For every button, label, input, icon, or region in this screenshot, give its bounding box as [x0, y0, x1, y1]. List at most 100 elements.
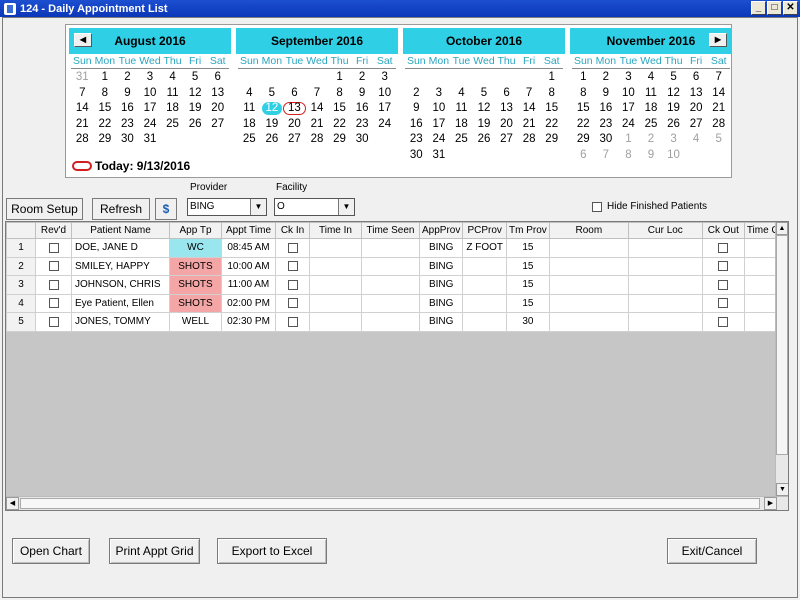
- day-cell[interactable]: 6: [572, 148, 595, 164]
- vertical-scrollbar[interactable]: ▲ ▼: [775, 222, 788, 496]
- day-cell[interactable]: 27: [283, 132, 306, 148]
- day-cell[interactable]: 16: [405, 117, 428, 133]
- day-cell[interactable]: 3: [428, 86, 451, 102]
- column-header[interactable]: [6, 222, 36, 239]
- day-cell[interactable]: 18: [238, 117, 261, 133]
- day-cell[interactable]: 29: [540, 132, 563, 148]
- day-cell[interactable]: 5: [261, 86, 284, 102]
- scroll-up-icon[interactable]: ▲: [776, 222, 788, 235]
- day-cell[interactable]: 6: [685, 70, 708, 86]
- day-cell[interactable]: 23: [405, 132, 428, 148]
- day-cell[interactable]: 20: [495, 117, 518, 133]
- column-header[interactable]: Cur Loc: [627, 222, 703, 239]
- chevron-down-icon[interactable]: ▼: [250, 199, 266, 215]
- day-cell[interactable]: 25: [238, 132, 261, 148]
- day-cell[interactable]: 4: [685, 132, 708, 148]
- exit-cancel-button[interactable]: Exit/Cancel: [667, 538, 757, 564]
- refresh-button[interactable]: Refresh: [92, 198, 150, 220]
- table-row[interactable]: 5 JONES, TOMMY WELL 02:30 PM BING 30: [6, 312, 783, 332]
- day-cell[interactable]: 8: [617, 148, 640, 164]
- day-cell[interactable]: 14: [518, 101, 541, 117]
- day-cell[interactable]: 9: [351, 86, 374, 102]
- day-cell[interactable]: 13: [685, 86, 708, 102]
- day-cell[interactable]: 4: [450, 86, 473, 102]
- day-cell[interactable]: 10: [373, 86, 396, 102]
- day-cell[interactable]: 28: [707, 117, 730, 133]
- day-cell[interactable]: 28: [71, 132, 94, 148]
- day-cell[interactable]: 22: [540, 117, 563, 133]
- day-cell[interactable]: 13: [495, 101, 518, 117]
- checkbox[interactable]: [718, 279, 729, 290]
- day-cell[interactable]: 25: [450, 132, 473, 148]
- day-cell[interactable]: 24: [373, 117, 396, 133]
- day-cell[interactable]: 3: [139, 70, 162, 86]
- scroll-thumb[interactable]: [20, 498, 760, 509]
- checkbox[interactable]: [48, 261, 59, 272]
- day-cell[interactable]: 25: [640, 117, 663, 133]
- checkbox[interactable]: [48, 279, 59, 290]
- day-cell[interactable]: 17: [139, 101, 162, 117]
- day-cell[interactable]: 1: [540, 70, 563, 86]
- table-row[interactable]: 3 JOHNSON, CHRIS SHOTS 11:00 AM BING 15: [6, 275, 783, 295]
- day-cell[interactable]: 17: [428, 117, 451, 133]
- facility-select[interactable]: O ▼: [274, 198, 355, 216]
- day-cell[interactable]: 16: [116, 101, 139, 117]
- column-header[interactable]: Patient Name: [71, 222, 170, 239]
- day-cell[interactable]: 7: [306, 86, 329, 102]
- day-cell[interactable]: 26: [662, 117, 685, 133]
- day-cell[interactable]: 1: [94, 70, 117, 86]
- day-cell[interactable]: 12: [473, 101, 496, 117]
- day-cell[interactable]: 3: [662, 132, 685, 148]
- room-setup-button[interactable]: Room Setup: [6, 198, 83, 220]
- day-cell[interactable]: 27: [685, 117, 708, 133]
- horizontal-scrollbar[interactable]: ◀ ▶: [6, 496, 788, 510]
- day-cell[interactable]: 11: [161, 86, 184, 102]
- table-row[interactable]: 1 DOE, JANE D WC 08:45 AM BING Z FOOT 15: [6, 238, 783, 258]
- column-header[interactable]: App Tp: [169, 222, 222, 239]
- day-cell[interactable]: 4: [161, 70, 184, 86]
- checkbox[interactable]: [718, 298, 729, 309]
- column-header[interactable]: Tm Prov: [506, 222, 550, 239]
- day-cell[interactable]: 14: [306, 101, 329, 117]
- day-cell[interactable]: 3: [617, 70, 640, 86]
- day-cell[interactable]: 19: [261, 117, 284, 133]
- scroll-right-icon[interactable]: ▶: [764, 497, 777, 510]
- checkbox[interactable]: [287, 242, 298, 253]
- print-appt-grid-button[interactable]: Print Appt Grid: [109, 538, 200, 564]
- hide-finished-option[interactable]: Hide Finished Patients: [592, 201, 707, 212]
- day-cell[interactable]: 23: [351, 117, 374, 133]
- day-cell[interactable]: 22: [328, 117, 351, 133]
- day-cell[interactable]: 21: [71, 117, 94, 133]
- export-to-excel-button[interactable]: Export to Excel: [217, 538, 327, 564]
- day-cell[interactable]: 11: [450, 101, 473, 117]
- day-cell[interactable]: 2: [116, 70, 139, 86]
- day-cell[interactable]: 5: [473, 86, 496, 102]
- table-row[interactable]: 2 SMILEY, HAPPY SHOTS 10:00 AM BING 15: [6, 256, 783, 276]
- day-cell[interactable]: 7: [595, 148, 618, 164]
- day-cell[interactable]: 31: [428, 148, 451, 164]
- column-header[interactable]: Ck In: [275, 222, 310, 239]
- day-cell[interactable]: 17: [373, 101, 396, 117]
- checkbox[interactable]: [718, 316, 729, 327]
- scroll-down-icon[interactable]: ▼: [776, 483, 788, 496]
- day-cell[interactable]: 26: [261, 132, 284, 148]
- day-cell[interactable]: 13: [206, 86, 229, 102]
- column-header[interactable]: Appt Time: [221, 222, 276, 239]
- day-cell[interactable]: 15: [328, 101, 351, 117]
- day-cell[interactable]: 9: [640, 148, 663, 164]
- checkbox[interactable]: [718, 261, 729, 272]
- day-cell[interactable]: 20: [206, 101, 229, 117]
- day-cell[interactable]: 18: [640, 101, 663, 117]
- scroll-thumb[interactable]: [776, 235, 788, 455]
- day-cell[interactable]: 5: [662, 70, 685, 86]
- day-cell[interactable]: 14: [71, 101, 94, 117]
- provider-select[interactable]: BING ▼: [187, 198, 267, 216]
- prev-month-button[interactable]: ◀: [74, 33, 92, 47]
- day-cell[interactable]: 5: [184, 70, 207, 86]
- day-cell[interactable]: 21: [518, 117, 541, 133]
- column-header[interactable]: AppProv: [418, 222, 464, 239]
- day-cell[interactable]: 11: [238, 101, 261, 117]
- day-cell[interactable]: 6: [495, 86, 518, 102]
- day-cell[interactable]: 20: [283, 117, 306, 133]
- day-cell[interactable]: 16: [595, 101, 618, 117]
